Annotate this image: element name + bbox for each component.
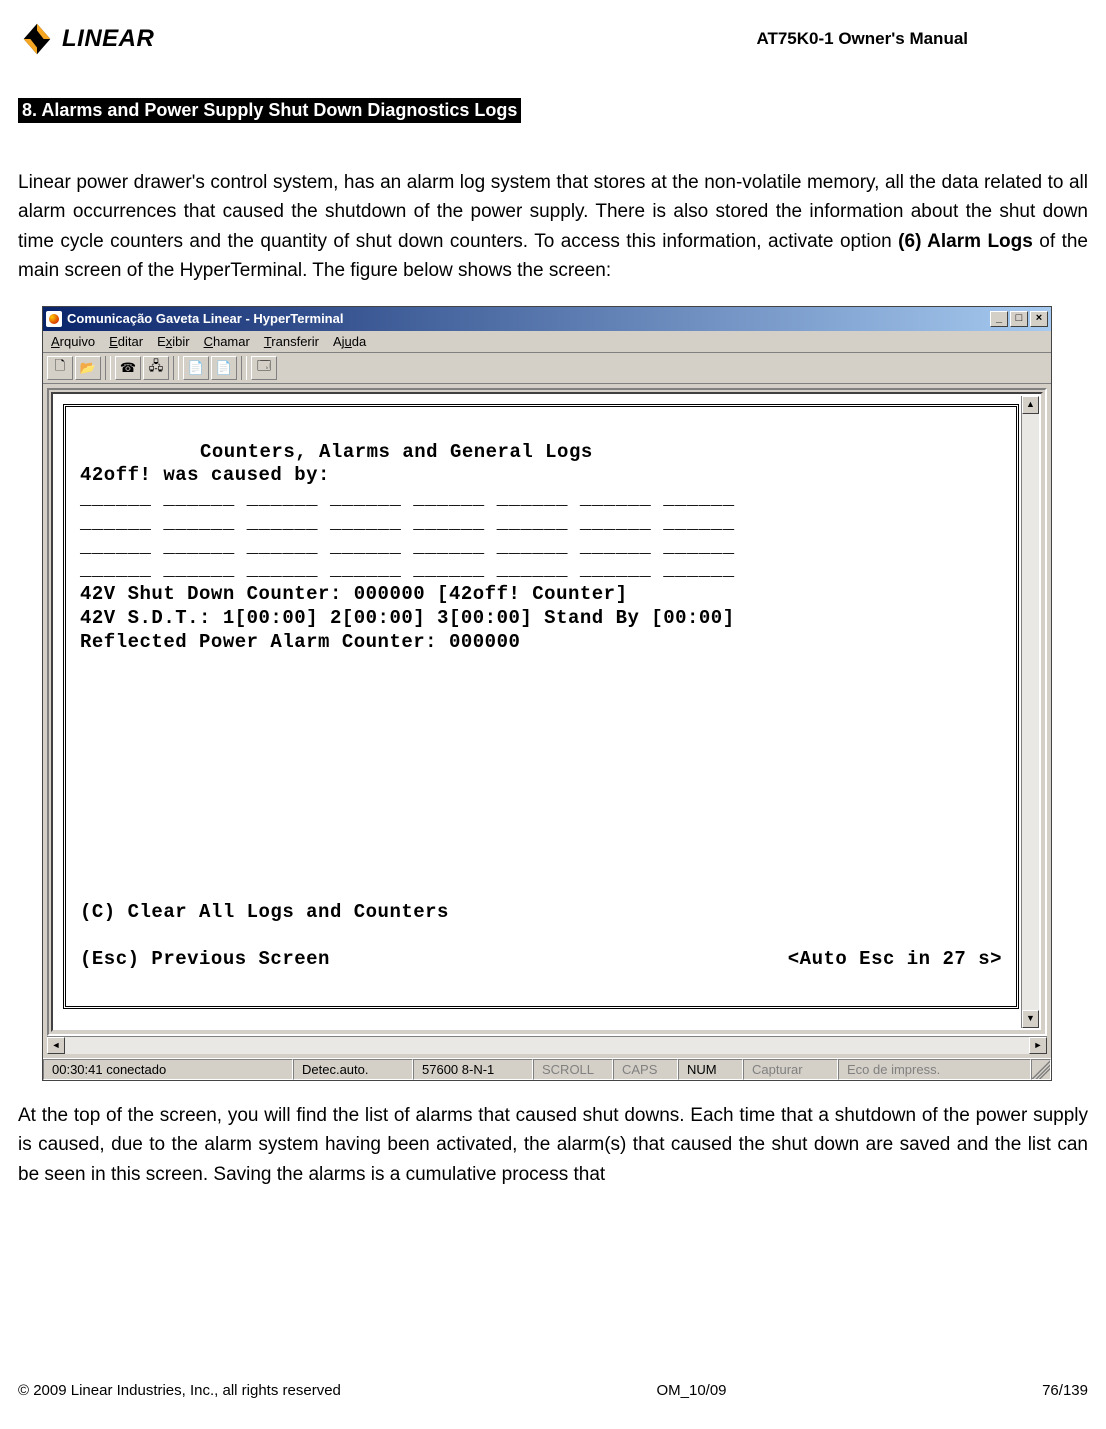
menu-chamar[interactable]: Chamar [204,334,250,349]
terminal-opt-prev: (Esc) Previous Screen [80,948,330,972]
terminal-dash-row: ______ ______ ______ ______ ______ _____… [80,512,735,534]
window: Comunicação Gaveta Linear - HyperTermina… [42,306,1052,1081]
page-footer: © 2009 Linear Industries, Inc., all righ… [18,1382,1088,1399]
status-echo: Eco de impress. [838,1059,1031,1080]
footer-copyright: © 2009 Linear Industries, Inc., all righ… [18,1382,341,1399]
horizontal-scrollbar[interactable]: ◄ ► [47,1036,1047,1054]
statusbar: 00:30:41 conectado Detec.auto. 57600 8-N… [43,1058,1051,1080]
status-scroll: SCROLL [533,1059,613,1080]
scroll-track[interactable] [65,1037,1029,1054]
logo-text: LINEAR [62,25,154,53]
toolbar-disconnect-button[interactable]: 🖧 [143,356,169,380]
status-num: NUM [678,1059,743,1080]
scroll-up-button[interactable]: ▲ [1022,396,1039,414]
terminal-dash-row: ______ ______ ______ ______ ______ _____… [80,559,735,581]
toolbar-properties-button[interactable]: 🗔 [251,356,277,380]
menu-transferir[interactable]: Transferir [264,334,319,349]
terminal-title: Counters, Alarms and General Logs [80,441,1002,465]
terminal-line-refl: Reflected Power Alarm Counter: 000000 [80,631,520,653]
footer-docid: OM_10/09 [656,1382,726,1399]
toolbar-separator [105,356,111,380]
logo: LINEAR [18,20,154,58]
resize-grip-icon[interactable] [1031,1059,1051,1080]
toolbar-new-button[interactable]: 🗋 [47,356,73,380]
scroll-right-button[interactable]: ► [1029,1037,1047,1054]
toolbar-separator [173,356,179,380]
toolbar-send-button[interactable]: 📄 [183,356,209,380]
footer-page-number: 76/139 [1042,1382,1088,1399]
terminal-dash-row: ______ ______ ______ ______ ______ _____… [80,536,735,558]
toolbar-receive-button[interactable]: 📄 [211,356,237,380]
minimize-button[interactable]: _ [990,311,1008,327]
intro-text-bold: (6) Alarm Logs [898,231,1033,252]
vertical-scrollbar[interactable]: ▲ ▼ [1021,396,1039,1028]
status-baud: 57600 8-N-1 [413,1059,533,1080]
terminal-opt-clear: (C) Clear All Logs and Counters [80,901,1002,925]
app-icon [46,311,62,327]
scroll-left-button[interactable]: ◄ [47,1037,65,1054]
status-detect: Detec.auto. [293,1059,413,1080]
hyperterminal-screenshot: Comunicação Gaveta Linear - HyperTermina… [42,306,1052,1081]
terminal-dash-row: ______ ______ ______ ______ ______ _____… [80,488,735,510]
maximize-button[interactable]: □ [1010,311,1028,327]
menu-editar[interactable]: Editar [109,334,143,349]
titlebar[interactable]: Comunicação Gaveta Linear - HyperTermina… [43,307,1051,331]
terminal-auto-esc: <Auto Esc in 27 s> [788,948,1002,972]
scroll-down-button[interactable]: ▼ [1022,1010,1039,1028]
page-header: LINEAR AT75K0-1 Owner's Manual [18,20,1088,58]
menubar: Arquivo Editar Exibir Chamar Transferir … [43,331,1051,353]
outro-paragraph: At the top of the screen, you will find … [18,1101,1088,1189]
toolbar-connect-button[interactable]: ☎ [115,356,141,380]
toolbar-separator [241,356,247,380]
toolbar-open-button[interactable]: 📂 [75,356,101,380]
terminal-content: Counters, Alarms and General Logs42off! … [63,404,1019,1009]
terminal-line-sdt: 42V S.D.T.: 1[00:00] 2[00:00] 3[00:00] S… [80,607,735,629]
document-title: AT75K0-1 Owner's Manual [756,29,968,49]
status-connection: 00:30:41 conectado [43,1059,293,1080]
intro-paragraph: Linear power drawer's control system, ha… [18,168,1088,286]
terminal-line-sd-counter: 42V Shut Down Counter: 000000 [42off! Co… [80,583,628,605]
terminal-line-caused: 42off! was caused by: [80,464,330,486]
status-capture: Capturar [743,1059,838,1080]
window-title: Comunicação Gaveta Linear - HyperTermina… [67,311,343,326]
menu-ajuda[interactable]: Ajuda [333,334,366,349]
menu-exibir[interactable]: Exibir [157,334,190,349]
status-caps: CAPS [613,1059,678,1080]
menu-arquivo[interactable]: Arquivo [51,334,95,349]
toolbar: 🗋 📂 ☎ 🖧 📄 📄 🗔 [43,353,1051,384]
section-heading: 8. Alarms and Power Supply Shut Down Dia… [18,98,521,123]
logo-mark-icon [18,20,56,58]
scroll-track[interactable] [1022,414,1039,1010]
terminal-area[interactable]: Counters, Alarms and General Logs42off! … [51,392,1043,1032]
close-button[interactable]: × [1030,311,1048,327]
